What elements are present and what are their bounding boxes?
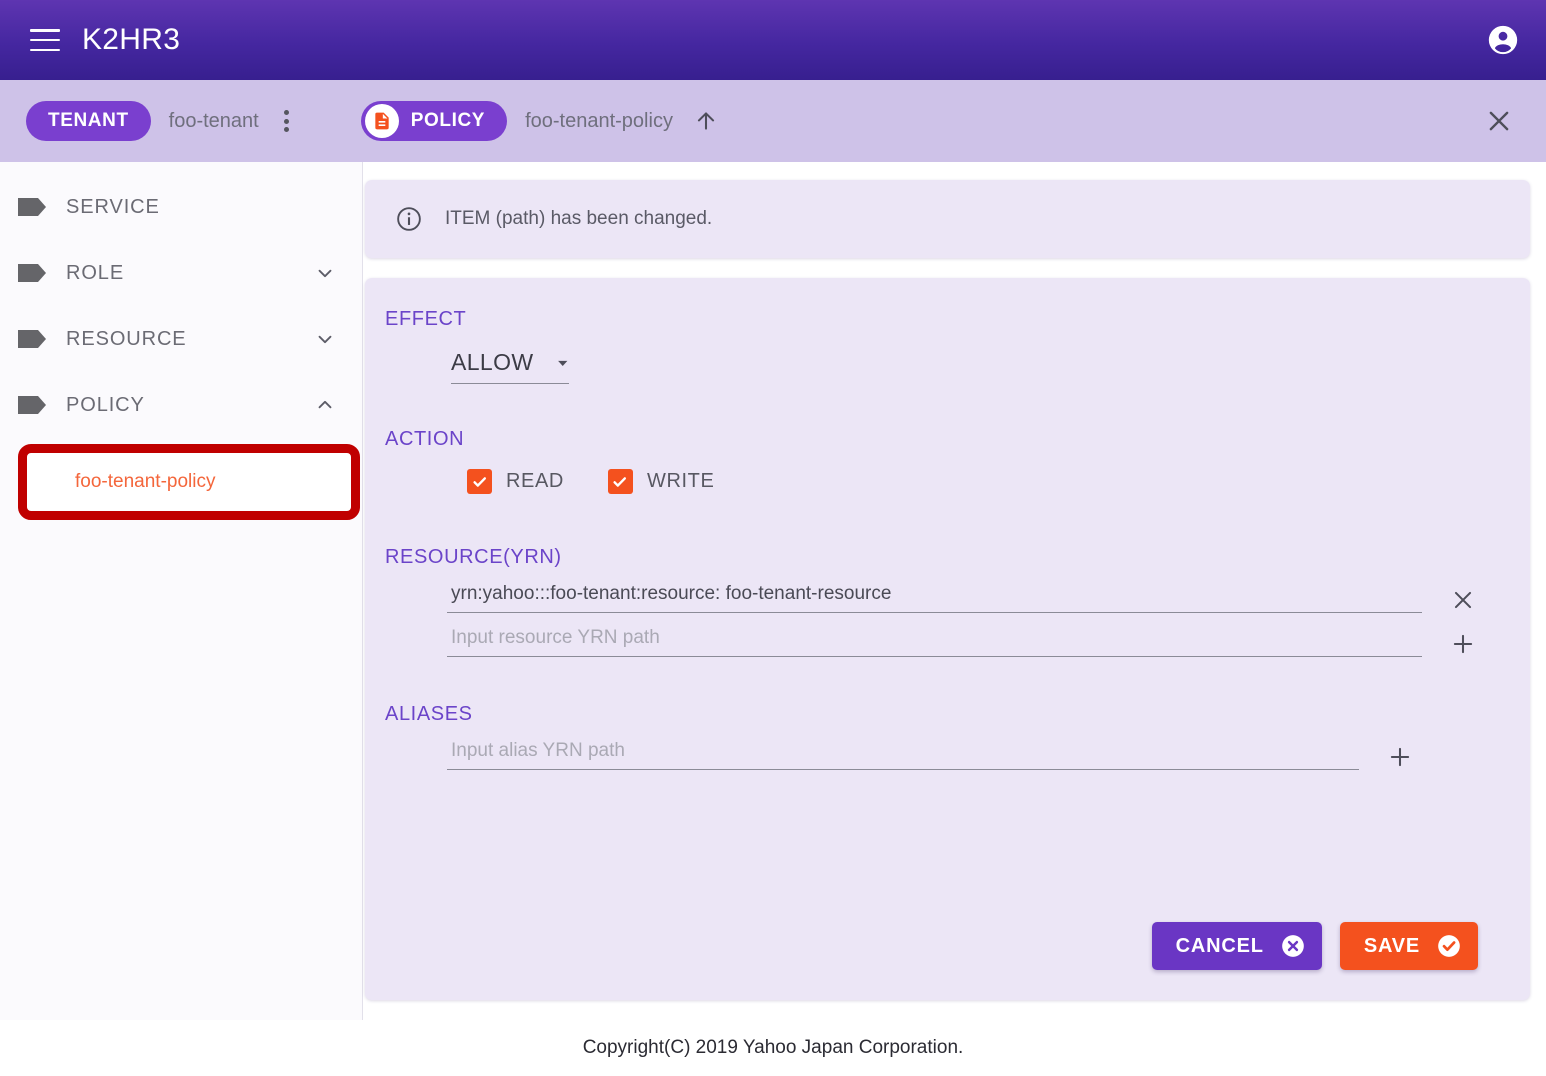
annotation-highlight: foo-tenant-policy: [18, 444, 360, 520]
policy-name: foo-tenant-policy: [525, 109, 673, 132]
chevron-up-icon[interactable]: [314, 394, 336, 416]
account-circle-icon[interactable]: [1486, 23, 1520, 57]
chevron-down-icon[interactable]: [314, 328, 336, 350]
tag-icon: [18, 264, 46, 282]
tag-icon: [18, 330, 46, 348]
effect-label: EFFECT: [385, 308, 467, 330]
alias-row-new: Input alias YRN path: [385, 740, 1500, 770]
tenant-chip[interactable]: TENANT: [26, 101, 151, 141]
save-button-label: SAVE: [1363, 934, 1420, 957]
effect-value: ALLOW: [451, 349, 534, 375]
sidebar-item-service[interactable]: SERVICE: [0, 174, 362, 240]
main-content: ITEM (path) has been changed. EFFECT ALL…: [363, 162, 1546, 1020]
checkbox-checked-icon: [467, 469, 492, 494]
resource-label: RESOURCE(YRN): [385, 546, 562, 568]
aliases-label: ALIASES: [385, 703, 473, 725]
resource-remove-button[interactable]: [1446, 583, 1480, 617]
effect-section: EFFECT ALLOW: [385, 308, 1500, 428]
action-section: ACTION READ WRITE: [385, 428, 1500, 546]
form-actions: CANCEL SAVE: [385, 922, 1500, 1000]
page-title: K2HR3: [82, 23, 181, 56]
arrow-up-icon[interactable]: [693, 108, 719, 134]
sidebar-policy-children: foo-tenant-policy: [0, 438, 362, 526]
body: SERVICE ROLE RESOURCE POLICY foo-tenant-…: [0, 162, 1546, 1020]
notice-banner: ITEM (path) has been changed.: [365, 180, 1530, 258]
resource-row-existing: yrn:yahoo:::foo-tenant:resource: foo-ten…: [385, 583, 1500, 613]
breadcrumb: TENANT foo-tenant POLICY foo-tenant-poli…: [0, 80, 1546, 162]
sidebar-item-resource[interactable]: RESOURCE: [0, 306, 362, 372]
close-icon: [1454, 591, 1472, 609]
app-bar: K2HR3: [0, 0, 1546, 80]
aliases-section: ALIASES Input alias YRN path: [385, 703, 1500, 800]
policy-chip-label: POLICY: [410, 110, 486, 131]
policy-form-panel: EFFECT ALLOW ACTION READ WRITE RESOURCE(…: [365, 278, 1530, 1000]
action-checkbox-group: READ WRITE: [467, 469, 1500, 494]
policy-chip[interactable]: POLICY: [360, 101, 508, 141]
plus-icon: [1390, 747, 1410, 767]
cancel-circle-icon: [1280, 933, 1306, 959]
resource-value-input[interactable]: yrn:yahoo:::foo-tenant:resource: foo-ten…: [447, 583, 1422, 613]
sidebar-item-policy[interactable]: POLICY: [0, 372, 362, 438]
sidebar: SERVICE ROLE RESOURCE POLICY foo-tenant-…: [0, 162, 363, 1020]
alias-new-input[interactable]: Input alias YRN path: [447, 740, 1359, 770]
sidebar-item-label: SERVICE: [66, 195, 160, 218]
sidebar-item-foo-tenant-policy[interactable]: foo-tenant-policy: [75, 471, 215, 493]
sidebar-item-role[interactable]: ROLE: [0, 240, 362, 306]
checkbox-checked-icon: [607, 469, 633, 494]
action-checkbox-label: READ: [506, 470, 564, 492]
sidebar-item-label: RESOURCE: [66, 327, 187, 350]
resource-add-button[interactable]: [1446, 627, 1480, 661]
more-vert-icon[interactable]: [275, 108, 299, 134]
sidebar-item-label: ROLE: [66, 261, 125, 284]
cancel-button-label: CANCEL: [1175, 934, 1264, 957]
sidebar-item-label: POLICY: [66, 393, 145, 416]
tag-icon: [18, 396, 46, 414]
tenant-name: foo-tenant: [168, 109, 259, 132]
plus-icon: [1453, 634, 1473, 654]
app-window: K2HR3 TENANT foo-tenant POLICY foo-tenan…: [0, 0, 1546, 1076]
footer: Copyright(C) 2019 Yahoo Japan Corporatio…: [0, 1020, 1546, 1076]
alias-add-button[interactable]: [1383, 740, 1417, 774]
check-circle-icon: [1436, 933, 1462, 959]
chevron-down-icon[interactable]: [314, 262, 336, 284]
info-circle-icon: [397, 207, 421, 231]
hamburger-icon[interactable]: [30, 29, 60, 51]
close-icon[interactable]: [1484, 106, 1514, 136]
action-checkbox-label: WRITE: [646, 470, 715, 492]
dropdown-caret-icon: [557, 360, 567, 366]
copyright-text: Copyright(C) 2019 Yahoo Japan Corporatio…: [582, 1037, 964, 1058]
action-label: ACTION: [385, 428, 465, 450]
action-checkbox-write[interactable]: WRITE: [607, 469, 715, 494]
resource-section: RESOURCE(YRN) yrn:yahoo:::foo-tenant:res…: [385, 546, 1500, 703]
resource-new-input[interactable]: Input resource YRN path: [447, 627, 1422, 657]
save-button[interactable]: SAVE: [1339, 922, 1478, 970]
tag-icon: [18, 198, 46, 216]
resource-row-new: Input resource YRN path: [385, 627, 1500, 657]
action-checkbox-read[interactable]: READ: [467, 469, 564, 494]
notice-text: ITEM (path) has been changed.: [445, 208, 713, 229]
policy-document-icon: [364, 104, 399, 138]
effect-select[interactable]: ALLOW: [451, 349, 569, 384]
cancel-button[interactable]: CANCEL: [1151, 922, 1322, 970]
